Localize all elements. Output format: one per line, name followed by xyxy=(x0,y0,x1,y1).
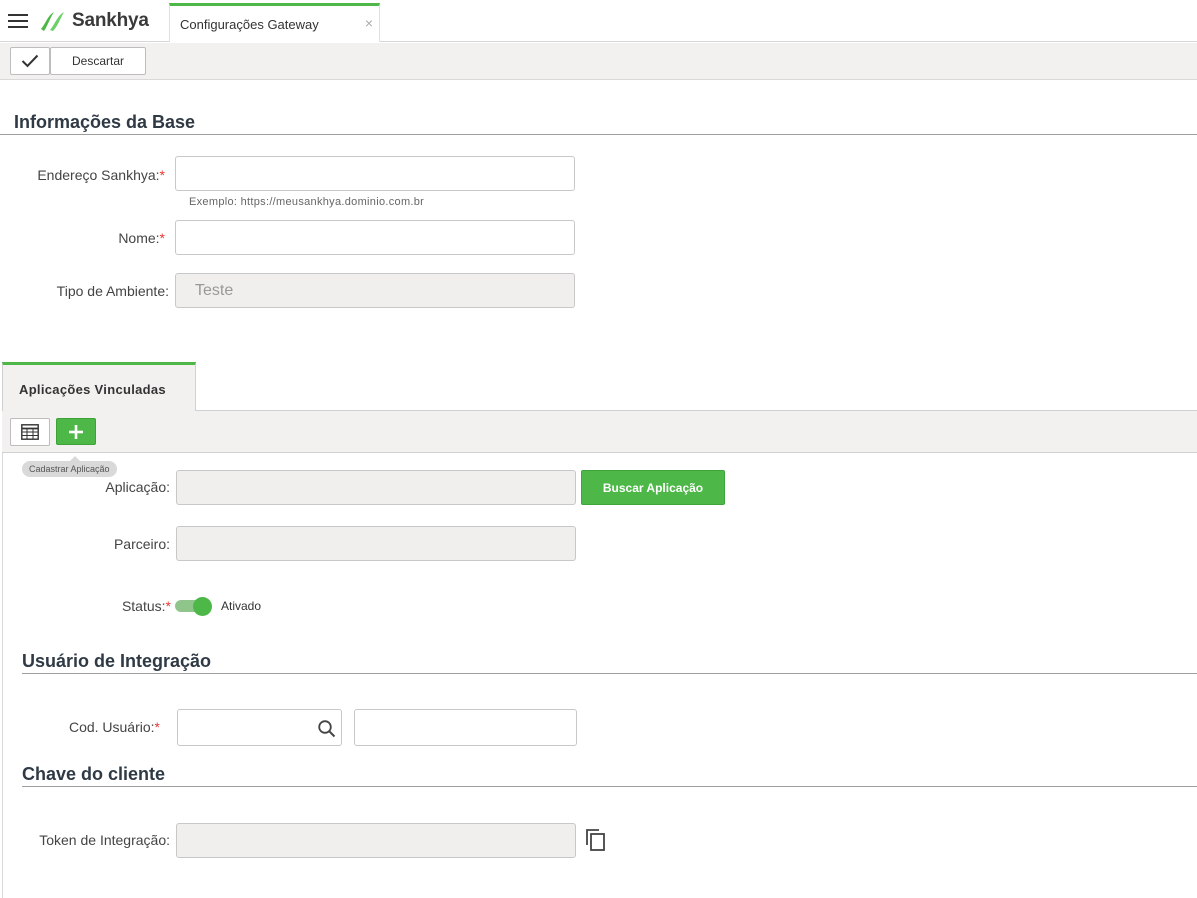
tab-label: Configurações Gateway xyxy=(180,17,319,32)
copy-icon[interactable] xyxy=(585,828,607,852)
section-divider xyxy=(22,786,1197,787)
env-type-field: Teste xyxy=(175,273,575,308)
close-icon[interactable]: × xyxy=(365,15,373,31)
token-label: Token de Integração: xyxy=(39,832,170,848)
discard-button[interactable]: Descartar xyxy=(50,47,146,75)
main-toolbar: Descartar xyxy=(0,43,1197,80)
partner-label: Parceiro: xyxy=(113,536,170,552)
subtab-bar: Aplicações Vinculadas xyxy=(2,362,1197,411)
brand-name: Sankhya xyxy=(72,10,149,31)
required-mark: * xyxy=(159,167,165,183)
linked-apps-toolbar xyxy=(2,411,1197,453)
search-application-button[interactable]: Buscar Aplicação xyxy=(581,470,725,505)
address-input[interactable] xyxy=(175,156,575,191)
section-title-integration-user: Usuário de Integração xyxy=(22,651,212,671)
user-name-field[interactable] xyxy=(354,709,577,746)
check-icon xyxy=(21,54,39,68)
env-type-label: Tipo de Ambiente: xyxy=(56,283,169,299)
user-code-label: Cod. Usuário:* xyxy=(68,719,160,735)
hamburger-menu-icon[interactable] xyxy=(8,14,28,28)
search-icon[interactable] xyxy=(317,719,337,739)
confirm-button[interactable] xyxy=(10,47,50,75)
status-label: Status:* xyxy=(121,598,171,614)
sankhya-logo: Sankhya xyxy=(38,8,149,34)
add-application-tooltip: Cadastrar Aplicação xyxy=(22,456,117,477)
token-field xyxy=(176,823,576,858)
section-divider xyxy=(22,673,1197,674)
grid-view-button[interactable] xyxy=(10,418,50,446)
tab-aplicacoes-vinculadas[interactable]: Aplicações Vinculadas xyxy=(2,362,196,411)
address-hint: Exemplo: https://meusankhya.dominio.com.… xyxy=(189,196,425,208)
toggle-knob xyxy=(193,597,212,616)
status-value: Ativado xyxy=(221,599,262,613)
required-mark: * xyxy=(159,230,165,246)
name-input[interactable] xyxy=(175,220,575,255)
application-field xyxy=(176,470,576,505)
name-label: Nome:* xyxy=(118,230,165,246)
tab-label: Aplicações Vinculadas xyxy=(19,382,166,397)
top-bar: Sankhya Configurações Gateway × xyxy=(0,0,1197,42)
section-title-client-key: Chave do cliente xyxy=(22,764,166,784)
panel-left-border xyxy=(2,453,3,898)
plus-icon xyxy=(69,424,83,439)
required-mark: * xyxy=(165,598,171,614)
section-divider xyxy=(0,134,1197,135)
required-mark: * xyxy=(154,719,160,735)
table-grid-icon xyxy=(21,424,39,440)
status-toggle[interactable] xyxy=(175,597,213,616)
sankhya-logo-icon xyxy=(41,12,64,31)
tab-configuracoes-gateway[interactable]: Configurações Gateway × xyxy=(169,3,380,42)
address-label: Endereço Sankhya:* xyxy=(37,167,165,183)
user-code-input[interactable] xyxy=(177,709,342,746)
application-label: Aplicação: xyxy=(105,479,170,495)
add-application-button[interactable] xyxy=(56,418,96,445)
partner-field xyxy=(176,526,576,561)
section-title-base: Informações da Base xyxy=(14,112,196,132)
